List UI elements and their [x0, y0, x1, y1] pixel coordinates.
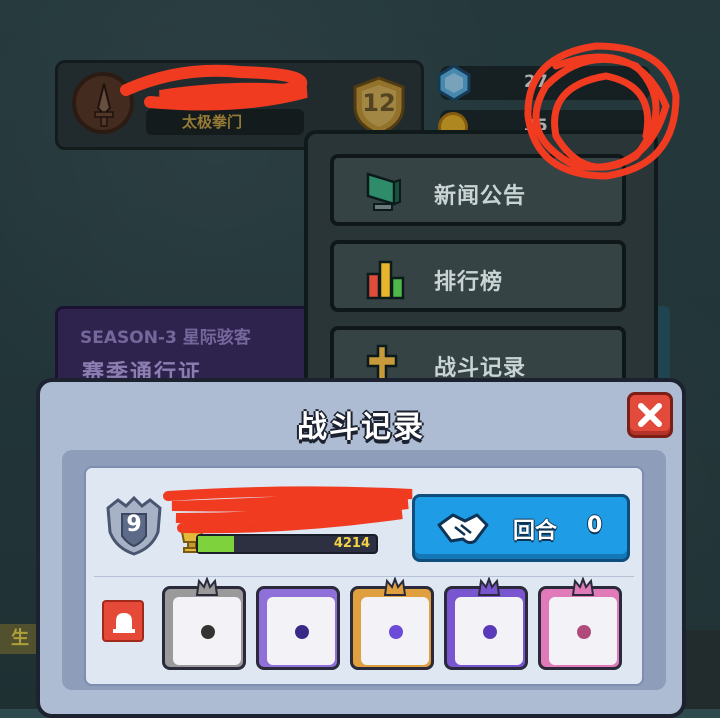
close-button[interactable] — [627, 392, 673, 438]
purple-storm-dice[interactable] — [256, 586, 340, 670]
dice-pip — [483, 625, 497, 639]
dice-face — [455, 597, 523, 665]
dice-pip — [201, 625, 215, 639]
rainbow-dice[interactable] — [350, 577, 434, 670]
dragon-crest-icon — [383, 577, 407, 596]
menu-item-label: 新闻公告 — [434, 184, 527, 209]
menu-item-label: 排行榜 — [434, 270, 504, 295]
dragon-crest-icon — [477, 577, 501, 596]
alert-button[interactable] — [102, 600, 144, 642]
leaderboard-icon — [366, 260, 405, 300]
rounds-button[interactable]: 回合 0 — [412, 494, 630, 562]
dice-face — [549, 597, 617, 665]
redaction-mark — [524, 42, 680, 180]
redaction-mark — [163, 486, 413, 534]
experience-bar: 4214 — [196, 534, 378, 554]
rounds-label: 回合 — [513, 519, 558, 544]
pink-dice[interactable] — [538, 577, 622, 670]
dice-pip — [295, 625, 309, 639]
violet-dice[interactable] — [444, 577, 528, 670]
experience-value: 4214 — [333, 536, 370, 551]
dice-face — [361, 597, 429, 665]
gray-dice[interactable] — [162, 577, 246, 670]
dialog-title: 战斗记录 — [297, 410, 425, 445]
rank-number: 9 — [126, 512, 142, 537]
divider — [94, 576, 634, 577]
battle-record-dialog: 战斗记录 9 4214 回合 0 — [36, 378, 686, 718]
dice-pip — [389, 625, 403, 639]
redaction-mark — [120, 64, 308, 111]
dice-face — [173, 597, 241, 665]
dice-pip — [577, 625, 591, 639]
close-icon — [638, 403, 662, 427]
experience-fill — [198, 536, 234, 552]
menu-item-leaderboard[interactable]: 排行榜 — [330, 240, 626, 312]
rank-badge: 9 — [102, 495, 166, 560]
dragon-crest-icon — [195, 577, 219, 596]
monitor-icon — [366, 172, 401, 211]
dragon-crest-icon — [571, 577, 595, 596]
dice-face — [267, 597, 335, 665]
siren-icon — [113, 613, 135, 633]
rounds-value: 0 — [587, 513, 603, 538]
handshake-icon — [437, 513, 489, 545]
